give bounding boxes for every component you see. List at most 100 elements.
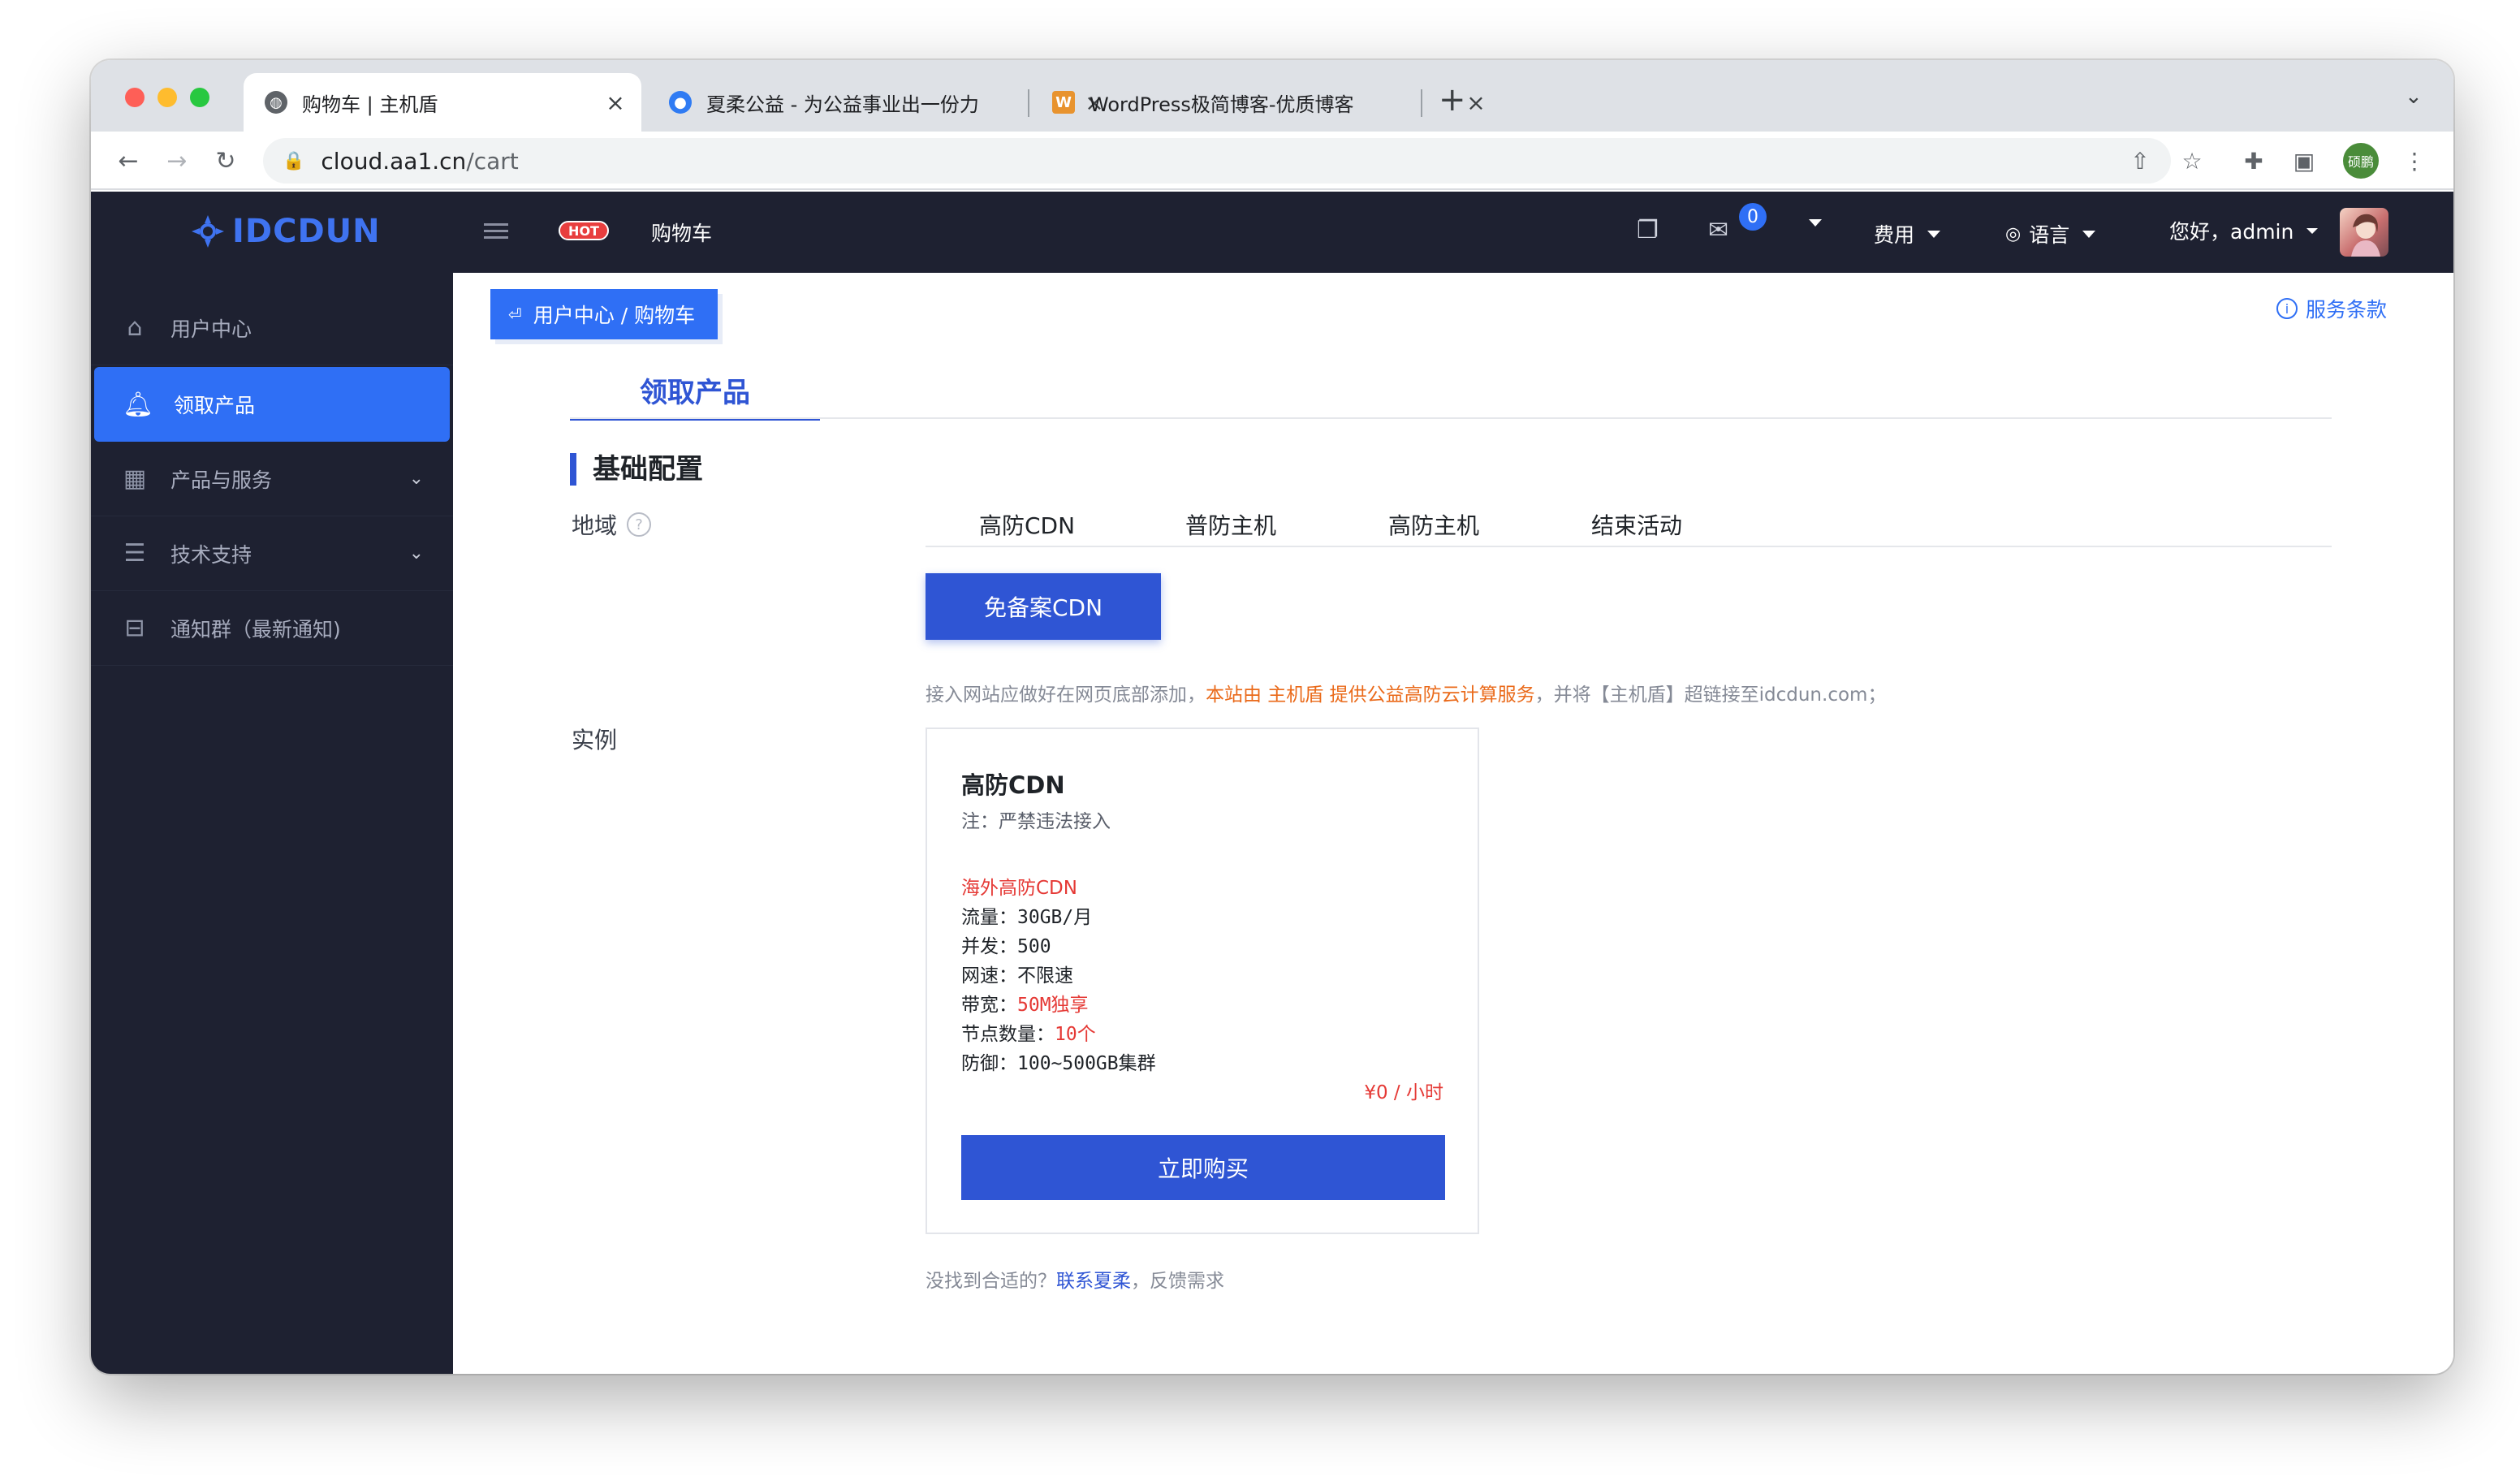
share-icon[interactable]: ⇧ bbox=[2124, 145, 2156, 177]
user-greeting: 您好，admin bbox=[2169, 220, 2294, 244]
tab-search-chevron-icon[interactable]: ⌄ bbox=[2405, 84, 2423, 109]
logo[interactable]: IDCDUN bbox=[190, 211, 381, 252]
card-price: ¥0 / 小时 bbox=[1364, 1082, 1443, 1103]
region-option-high-cdn[interactable]: 高防CDN bbox=[979, 508, 1075, 541]
bookmark-star-icon[interactable]: ☆ bbox=[2176, 145, 2208, 177]
bandwidth-value: 50M独享 bbox=[1017, 995, 1089, 1016]
grid-icon: ▦ bbox=[123, 464, 147, 493]
drop-icon: ● bbox=[669, 91, 692, 114]
tab-divider bbox=[1028, 89, 1029, 117]
globe-icon: ◎ bbox=[2005, 223, 2022, 244]
tab-divider bbox=[570, 417, 2332, 419]
new-tab-button[interactable]: + bbox=[1439, 81, 1466, 119]
note-highlight: 本站由 主机盾 提供公益高防云计算服务 bbox=[1206, 684, 1535, 706]
instance-label: 实例 bbox=[572, 727, 618, 753]
messages-dropdown[interactable] bbox=[1796, 219, 1822, 227]
section-title: 基础配置 bbox=[570, 453, 703, 486]
more-menu-icon[interactable]: ⋮ bbox=[2398, 145, 2431, 177]
language-dropdown[interactable]: ◎ 语言 bbox=[2005, 219, 2096, 248]
info-icon: i bbox=[2276, 298, 2298, 319]
url-domain: cloud.aa1.cn bbox=[321, 147, 467, 175]
bandwidth-key: 带宽： bbox=[961, 995, 1017, 1016]
region-divider bbox=[926, 546, 2332, 547]
sidebar-item-label: 用户中心 bbox=[170, 317, 252, 341]
card-title: 高防CDN bbox=[961, 771, 1065, 799]
address-bar[interactable]: 🔒 cloud.aa1.cn/cart bbox=[263, 138, 2171, 184]
document-icon: ☰ bbox=[123, 539, 146, 568]
sidebar-item-tech-support[interactable]: ☰ 技术支持 ⌄ bbox=[91, 516, 453, 591]
terms-label: 服务条款 bbox=[2306, 298, 2388, 322]
sidebar-item-label: 通知群（最新通知) bbox=[170, 617, 341, 641]
contact-link[interactable]: 联系夏柔 bbox=[1056, 1271, 1131, 1292]
caret-down-icon bbox=[1927, 230, 1941, 238]
bus-icon: ⊟ bbox=[124, 614, 145, 642]
product-card: 高防CDN 注：严禁违法接入 海外高防CDN 流量：30GB/月 并发：500 … bbox=[926, 728, 1479, 1234]
maximize-window-button[interactable] bbox=[190, 88, 209, 107]
card-traffic: 流量：30GB/月 bbox=[961, 907, 1093, 928]
note-text-suffix: ，并将【主机盾】超链接至idcdun.com； bbox=[1534, 684, 1887, 706]
back-enter-icon: ⏎ bbox=[508, 304, 522, 324]
message-count-badge: 0 bbox=[1739, 203, 1767, 231]
user-dropdown[interactable]: 您好，admin bbox=[2169, 216, 2319, 245]
avatar-photo-icon bbox=[2351, 214, 2380, 257]
home-icon: ⌂ bbox=[127, 313, 143, 342]
url-path: /cart bbox=[466, 147, 519, 175]
card-defense: 防御：100~500GB集群 bbox=[961, 1053, 1156, 1074]
card-bandwidth: 带宽：50M独享 bbox=[961, 989, 1089, 1017]
browser-window: ◍ 购物车 | 主机盾 × ● 夏柔公益 - 为公益事业出一份力 × W Wor… bbox=[91, 60, 2453, 1374]
sidebar-item-user-center[interactable]: ⌂ 用户中心 bbox=[91, 291, 453, 365]
logo-mark-icon bbox=[192, 215, 224, 248]
caret-down-icon bbox=[1809, 219, 1822, 227]
tab-claim-product[interactable]: 领取产品 bbox=[570, 370, 820, 421]
tab-divider bbox=[1421, 89, 1422, 117]
caret-down-icon bbox=[2306, 227, 2319, 234]
integration-note: 接入网站应做好在网页底部添加，本站由 主机盾 提供公益高防云计算服务，并将【主机… bbox=[926, 679, 1886, 706]
hot-badge: HOT bbox=[559, 221, 609, 240]
back-arrow-icon[interactable]: ← bbox=[112, 145, 145, 177]
sidebar-item-label: 领取产品 bbox=[174, 394, 256, 417]
close-window-button[interactable] bbox=[125, 88, 145, 107]
browser-tab-strip: ◍ 购物车 | 主机盾 × ● 夏柔公益 - 为公益事业出一份力 × W Wor… bbox=[91, 60, 2453, 132]
region-field-label: 地域 ? bbox=[572, 508, 652, 541]
sidebar-item-products-services[interactable]: ▦ 产品与服务 ⌄ bbox=[91, 442, 453, 516]
tab-wordpress[interactable]: W WordPress极简博客-优质博客 × bbox=[1031, 73, 1502, 132]
sidebar: ⌂ 用户中心 🔔︎ 领取产品 ▦ 产品与服务 ⌄ ☰ 技术支持 ⌄ ⊟ 通知群（… bbox=[91, 273, 453, 1374]
mail-icon[interactable]: ✉ bbox=[1708, 216, 1728, 244]
help-question-icon[interactable]: ? bbox=[627, 512, 652, 537]
card-speed: 网速：不限速 bbox=[961, 965, 1073, 987]
buy-now-button[interactable]: 立即购买 bbox=[961, 1135, 1445, 1200]
header-cart-link[interactable]: 购物车 bbox=[651, 218, 712, 247]
fee-dropdown[interactable]: 费用 bbox=[1874, 219, 1941, 248]
close-tab-icon[interactable]: × bbox=[601, 89, 630, 116]
tab-cart[interactable]: ◍ 购物车 | 主机盾 × bbox=[244, 73, 641, 132]
main-content: ⏎ 用户中心 / 购物车 i 服务条款 领取产品 基础配置 地域 ? 高防CDN… bbox=[453, 273, 2453, 1374]
breadcrumb[interactable]: ⏎ 用户中心 / 购物车 bbox=[490, 289, 718, 339]
tab-title: 购物车 | 主机盾 bbox=[302, 93, 438, 116]
region-option-normal-host[interactable]: 普防主机 bbox=[1185, 508, 1276, 541]
nodes-value: 10个 bbox=[1055, 1024, 1096, 1045]
copy-windows-icon[interactable]: ❐ bbox=[1637, 216, 1659, 244]
hamburger-menu-icon[interactable] bbox=[484, 219, 508, 244]
region-option-ended[interactable]: 结束活动 bbox=[1591, 508, 1682, 541]
sidebar-item-notice-group[interactable]: ⊟ 通知群（最新通知) bbox=[91, 591, 453, 666]
card-nodes: 节点数量：10个 bbox=[961, 1018, 1096, 1046]
user-avatar[interactable] bbox=[2340, 208, 2388, 257]
reload-icon[interactable]: ↻ bbox=[209, 145, 242, 177]
app-header: IDCDUN HOT 购物车 ❐ ✉ 0 费用 ◎ 语言 您好，admin bbox=[91, 192, 2453, 273]
footer-text: 没找到合适的？ bbox=[926, 1271, 1056, 1292]
terms-link[interactable]: i 服务条款 bbox=[2276, 294, 2387, 323]
forward-arrow-icon[interactable]: → bbox=[161, 145, 193, 177]
minimize-window-button[interactable] bbox=[158, 88, 177, 107]
profile-avatar[interactable]: 硕鹏 bbox=[2343, 143, 2379, 179]
sidebar-item-label: 产品与服务 bbox=[170, 468, 273, 492]
extensions-puzzle-icon[interactable]: ✚ bbox=[2237, 145, 2270, 177]
region-option-high-host[interactable]: 高防主机 bbox=[1388, 508, 1479, 541]
side-panel-icon[interactable]: ▣ bbox=[2288, 145, 2320, 177]
caret-down-icon bbox=[2082, 230, 2096, 238]
nodes-key: 节点数量： bbox=[961, 1024, 1055, 1045]
note-text: 接入网站应做好在网页底部添加， bbox=[926, 684, 1206, 706]
sidebar-item-claim-product[interactable]: 🔔︎ 领取产品 bbox=[94, 367, 450, 442]
product-option-no-icp-cdn[interactable]: 免备案CDN bbox=[926, 573, 1161, 640]
tab-title: 夏柔公益 - 为公益事业出一份力 bbox=[706, 93, 979, 116]
footer-text-suffix: ，反馈需求 bbox=[1131, 1271, 1224, 1292]
